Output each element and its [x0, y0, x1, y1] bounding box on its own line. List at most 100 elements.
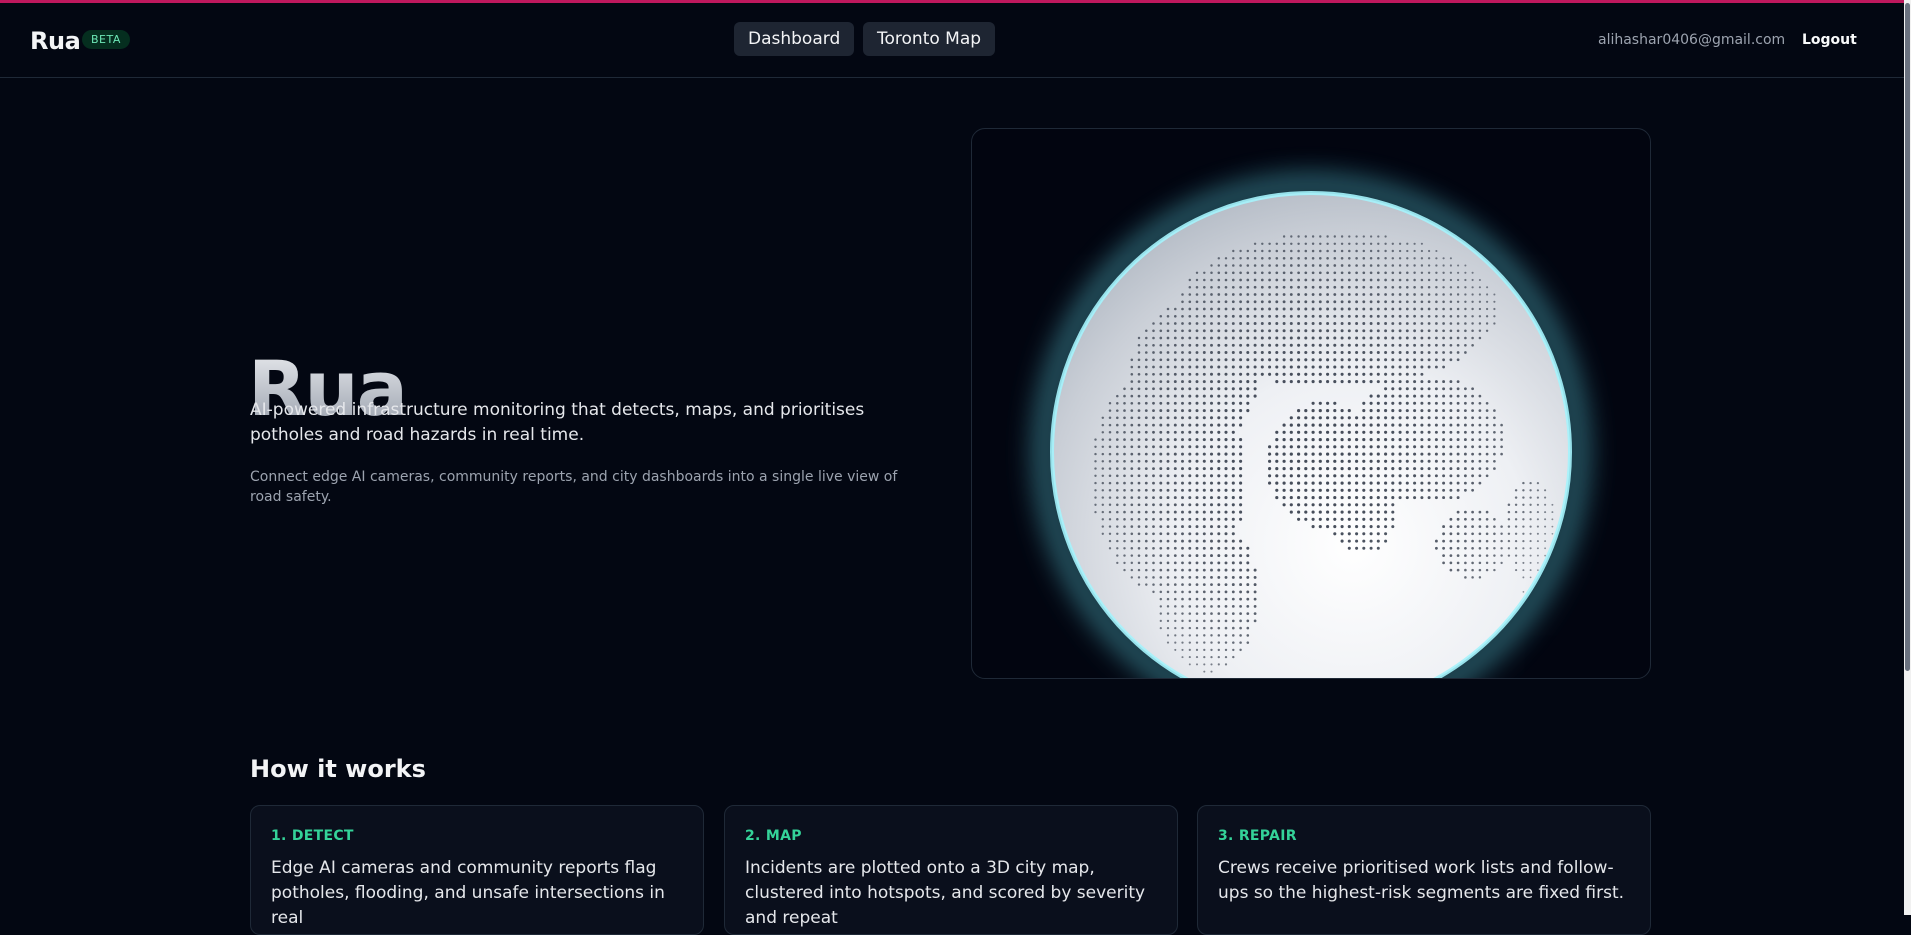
- globe-dot: [1318, 452, 1322, 456]
- globe-dot: [1376, 445, 1380, 449]
- globe-dot: [1326, 293, 1330, 296]
- globe-dot: [1355, 416, 1359, 420]
- globe-dot: [1311, 474, 1315, 478]
- globe-dot: [1289, 503, 1293, 507]
- globe-dot: [1246, 583, 1250, 587]
- globe-dot: [1195, 576, 1199, 579]
- globe-dot: [1420, 249, 1424, 253]
- globe-dot: [1318, 343, 1322, 347]
- globe-dot: [1347, 380, 1351, 384]
- globe-dot: [1282, 350, 1286, 355]
- globe-dot: [1217, 648, 1220, 652]
- globe-dot: [1174, 626, 1177, 630]
- globe-dot: [1304, 488, 1308, 492]
- globe-dot: [1406, 278, 1409, 282]
- globe-dot: [1188, 634, 1191, 637]
- globe-dot: [1304, 249, 1308, 253]
- globe-dot: [1471, 336, 1474, 340]
- globe-dot: [1297, 271, 1300, 275]
- globe-dot: [1275, 300, 1279, 304]
- globe-dot: [1522, 561, 1525, 564]
- brand-logo[interactable]: Rua: [30, 27, 81, 55]
- globe-dot: [1427, 278, 1431, 282]
- globe-dot: [1231, 365, 1235, 369]
- globe-dot: [1384, 249, 1387, 253]
- globe-dot: [1101, 467, 1105, 470]
- globe-dot: [1304, 358, 1308, 362]
- globe-dot: [1231, 575, 1235, 579]
- globe-dot: [1362, 343, 1366, 347]
- logout-button[interactable]: Logout: [1802, 32, 1857, 48]
- globe-dot: [1340, 278, 1344, 282]
- globe-dot: [1464, 307, 1467, 311]
- globe-dot: [1427, 459, 1431, 463]
- globe-dot: [1485, 539, 1489, 543]
- globe-dot: [1116, 539, 1119, 543]
- globe-dot: [1318, 481, 1322, 485]
- globe-dot: [1384, 293, 1387, 296]
- globe-dot: [1398, 459, 1402, 463]
- globe-dot: [1239, 285, 1242, 289]
- globe-dot: [1232, 655, 1235, 659]
- globe-card[interactable]: [971, 128, 1651, 679]
- globe-dot: [1289, 314, 1293, 318]
- globe-dot: [1333, 329, 1337, 333]
- globe-dot: [1144, 372, 1148, 376]
- globe-dot: [1347, 539, 1351, 543]
- globe-dot: [1311, 249, 1315, 253]
- globe-dot: [1333, 525, 1337, 529]
- globe-dot: [1217, 285, 1221, 289]
- globe-dot: [1195, 525, 1199, 529]
- globe-dot: [1442, 474, 1446, 478]
- globe-dot: [1275, 278, 1279, 282]
- globe-dot: [1456, 438, 1460, 442]
- globe-dot: [1137, 387, 1141, 391]
- globe-dot: [1210, 634, 1213, 637]
- globe-dot: [1145, 351, 1148, 354]
- globe-dot: [1260, 322, 1264, 325]
- globe-dot: [1391, 278, 1395, 282]
- globe-dot: [1369, 264, 1373, 267]
- nav-toronto-map-button[interactable]: Toronto Map: [863, 22, 996, 56]
- globe-dot: [1195, 656, 1199, 659]
- globe-dot: [1297, 358, 1301, 362]
- globe-dot: [1347, 285, 1351, 289]
- globe-dot: [1202, 380, 1206, 384]
- globe-dot: [1369, 271, 1373, 275]
- globe-dot: [1362, 322, 1366, 325]
- globe-dot: [1130, 547, 1134, 550]
- globe-dot: [1195, 286, 1199, 289]
- globe-dot: [1202, 445, 1206, 449]
- scrollbar-thumb[interactable]: [1905, 3, 1910, 671]
- globe-dot: [1355, 539, 1359, 543]
- globe-dot: [1159, 539, 1163, 543]
- globe-dot: [1246, 249, 1250, 253]
- globe-dot: [1173, 510, 1177, 514]
- globe-dot: [1210, 329, 1213, 333]
- globe-dot: [1478, 452, 1482, 456]
- globe-dot: [1253, 350, 1257, 355]
- globe-dot: [1144, 474, 1148, 478]
- globe-dot: [1195, 401, 1199, 405]
- top-nav: Rua BETA Dashboard Toronto Map alihashar…: [0, 3, 1904, 78]
- globe-dot: [1369, 409, 1373, 413]
- globe-dot: [1427, 286, 1431, 289]
- globe-dot: [1159, 503, 1163, 507]
- globe-dot: [1275, 467, 1279, 471]
- globe-dot: [1217, 554, 1221, 558]
- globe-dot: [1137, 561, 1141, 565]
- globe-dot: [1209, 423, 1214, 427]
- globe-dot: [1181, 576, 1184, 579]
- globe-dot: [1209, 401, 1214, 405]
- globe-dot: [1290, 257, 1293, 260]
- globe-dot: [1116, 402, 1119, 405]
- nav-dashboard-button[interactable]: Dashboard: [734, 22, 855, 56]
- globe-dot: [1427, 380, 1431, 384]
- globe-dot: [1210, 517, 1213, 521]
- globe-dot: [1347, 452, 1351, 456]
- globe-dot: [1413, 438, 1417, 442]
- globe-dot: [1217, 517, 1221, 521]
- globe-dot: [1217, 510, 1221, 514]
- globe-dot: [1195, 503, 1199, 507]
- globe-dot: [1333, 401, 1337, 405]
